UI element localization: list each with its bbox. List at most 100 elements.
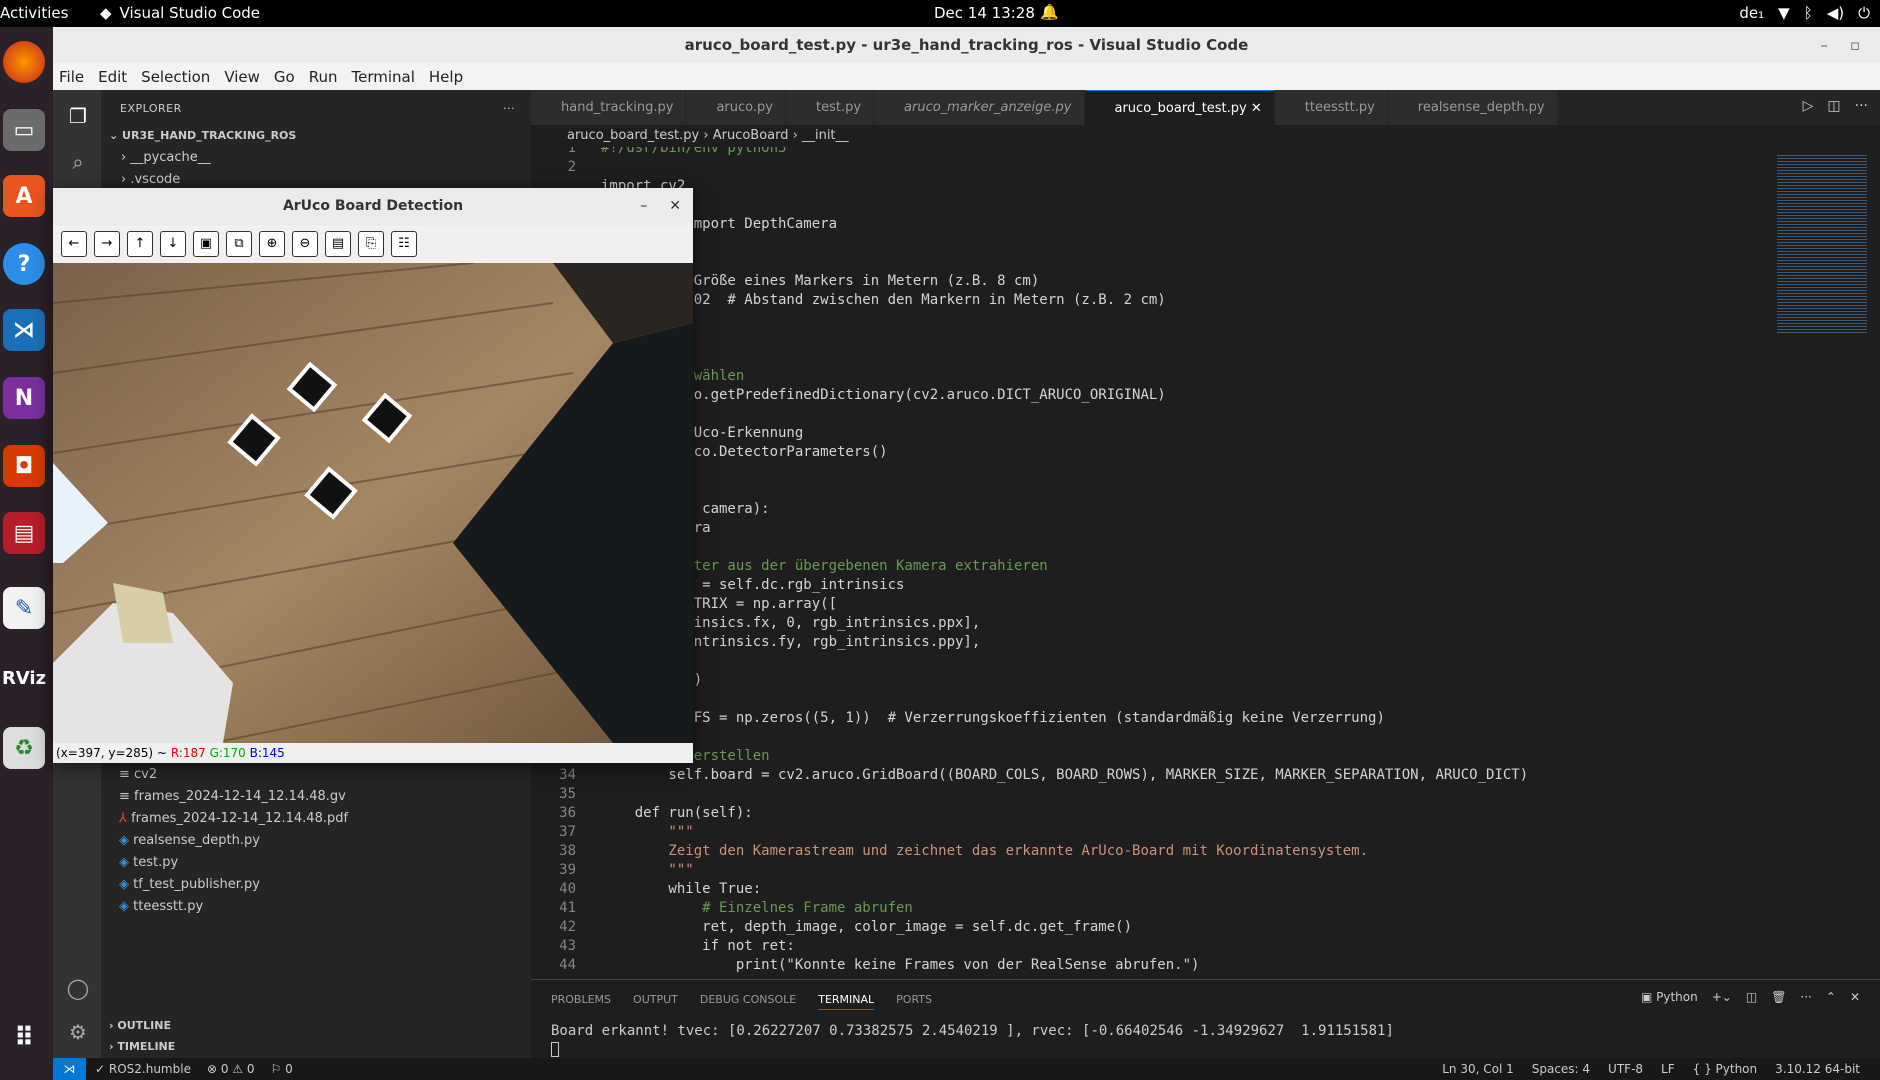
close-icon[interactable]: ✕ bbox=[669, 188, 681, 225]
terminal-shell-selector[interactable]: ▣ Python bbox=[1641, 990, 1698, 1004]
tab-realsense-depth[interactable]: realsense_depth.py bbox=[1387, 90, 1558, 125]
trash-icon[interactable]: 🗑 bbox=[1771, 990, 1786, 1004]
ports-indicator[interactable]: ⚐ 0 bbox=[271, 1058, 293, 1080]
tab-aruco-marker-anzeige[interactable]: aruco_marker_anzeige.py bbox=[874, 90, 1085, 125]
menu-run[interactable]: Run bbox=[309, 68, 338, 86]
arrow-up-icon[interactable]: ↑ bbox=[127, 231, 153, 257]
firefox-icon[interactable] bbox=[3, 41, 45, 83]
run-icon[interactable]: ▷ bbox=[1803, 98, 1814, 114]
more-actions-icon[interactable]: ··· bbox=[1855, 98, 1868, 114]
line-ending[interactable]: LF bbox=[1661, 1058, 1675, 1080]
close-icon[interactable]: ✕ bbox=[1251, 101, 1262, 116]
settings-gear-icon[interactable]: ⚙ bbox=[65, 1020, 91, 1046]
timeline-section[interactable]: › TIMELINE bbox=[109, 1036, 175, 1058]
more-actions-icon[interactable]: ··· bbox=[503, 102, 515, 115]
file-item[interactable]: ⅄ frames_2024-12-14_12.14.48.pdf bbox=[101, 808, 531, 830]
minimize-icon[interactable]: – bbox=[1820, 27, 1828, 63]
file-item[interactable]: ◈ realsense_depth.py bbox=[101, 830, 531, 852]
panel-tab-ports[interactable]: PORTS bbox=[896, 993, 932, 1010]
tab-test[interactable]: test.py bbox=[785, 90, 875, 125]
explorer-icon[interactable]: ❐ bbox=[65, 104, 91, 130]
terminal-app-icon[interactable]: ▤ bbox=[3, 512, 45, 554]
breadcrumb-file[interactable]: aruco_board_test.py bbox=[567, 128, 699, 143]
panel-tab-debug-console[interactable]: DEBUG CONSOLE bbox=[700, 993, 796, 1010]
app-menu[interactable]: ◆ Visual Studio Code bbox=[100, 4, 260, 22]
panel-tab-terminal[interactable]: TERMINAL bbox=[818, 993, 875, 1010]
maximize-panel-icon[interactable]: ⌃ bbox=[1826, 990, 1836, 1004]
python-interpreter[interactable]: 3.10.12 64-bit bbox=[1775, 1058, 1860, 1080]
file-item[interactable]: ◈ test.py bbox=[101, 852, 531, 874]
file-item[interactable]: ◈ ttеesstt.py bbox=[101, 896, 531, 918]
arrow-left-icon[interactable]: ← bbox=[61, 231, 87, 257]
terminal-output[interactable]: Board erkannt! tvec: [0.26227207 0.73382… bbox=[551, 1023, 1394, 1039]
fit-image-icon[interactable]: ▣ bbox=[193, 231, 219, 257]
office-icon[interactable]: ◘ bbox=[3, 445, 45, 487]
arrow-right-icon[interactable]: → bbox=[94, 231, 120, 257]
text-editor-icon[interactable]: ✎ bbox=[3, 587, 45, 629]
menu-terminal[interactable]: Terminal bbox=[352, 68, 415, 86]
zoom-out-icon[interactable]: ⊖ bbox=[292, 231, 318, 257]
arrow-down-icon[interactable]: ↓ bbox=[160, 231, 186, 257]
maximize-icon[interactable]: ▫ bbox=[1850, 27, 1860, 63]
copy-icon[interactable]: ⎘ bbox=[358, 231, 384, 257]
outline-section[interactable]: › OUTLINE bbox=[109, 1015, 171, 1037]
encoding[interactable]: UTF-8 bbox=[1608, 1058, 1643, 1080]
language-mode[interactable]: { } Python bbox=[1693, 1058, 1758, 1080]
remote-indicator-icon[interactable]: ⋊ bbox=[53, 1058, 86, 1080]
app-center-icon[interactable]: A bbox=[3, 175, 45, 217]
code-line[interactable]: #!/usr/bin/env python3 bbox=[601, 147, 786, 158]
show-apps-icon[interactable]: ⠿ bbox=[3, 1017, 45, 1059]
more-actions-icon[interactable]: ··· bbox=[1800, 990, 1811, 1004]
menu-edit[interactable]: Edit bbox=[98, 68, 127, 86]
search-icon[interactable]: ⌕ bbox=[65, 150, 91, 176]
panel-tab-output[interactable]: OUTPUT bbox=[633, 993, 678, 1010]
code-line[interactable]: if not ret: bbox=[601, 937, 795, 956]
camera-image[interactable] bbox=[53, 263, 693, 743]
code-line[interactable]: f.DIST_COEFFS = np.zeros((5, 1)) # Verze… bbox=[601, 709, 1385, 728]
activities-button[interactable]: Activities bbox=[0, 4, 68, 22]
tab-tteesstt[interactable]: tteesstt.py bbox=[1274, 90, 1388, 125]
breadcrumb-class[interactable]: ArucoBoard bbox=[713, 128, 789, 143]
new-terminal-icon[interactable]: +⌄ bbox=[1712, 990, 1732, 1004]
rviz-icon[interactable]: RViz bbox=[2, 657, 46, 699]
indentation[interactable]: Spaces: 4 bbox=[1532, 1058, 1590, 1080]
tab-aruco[interactable]: aruco.py bbox=[686, 90, 786, 125]
code-line[interactable]: # Einzelnes Frame abrufen bbox=[601, 899, 913, 918]
code-line[interactable]: def run(self): bbox=[601, 804, 753, 823]
code-line[interactable]: """ bbox=[601, 823, 693, 842]
close-panel-icon[interactable]: ✕ bbox=[1850, 990, 1860, 1004]
trash-icon[interactable]: ♻ bbox=[3, 727, 45, 769]
minimize-icon[interactable]: – bbox=[640, 188, 647, 225]
files-icon[interactable]: ▭ bbox=[3, 109, 45, 151]
language-indicator[interactable]: de₁ bbox=[1739, 4, 1764, 22]
file-item[interactable]: ◈ tf_test_publisher.py bbox=[101, 874, 531, 896]
split-terminal-icon[interactable]: ◫ bbox=[1746, 990, 1757, 1004]
actual-size-icon[interactable]: ⧉ bbox=[226, 231, 252, 257]
menu-view[interactable]: View bbox=[224, 68, 260, 86]
save-icon[interactable]: ▤ bbox=[325, 231, 351, 257]
workspace-root[interactable]: ⌄ UR3E_HAND_TRACKING_ROS bbox=[101, 125, 531, 147]
clock[interactable]: Dec 14 13:28 bbox=[934, 4, 1035, 22]
code-line[interactable]: """ bbox=[601, 861, 693, 880]
file-item[interactable]: ≡ cv2 bbox=[101, 764, 531, 786]
code-line[interactable]: ret, depth_image, color_image = self.dc.… bbox=[601, 918, 1132, 937]
menu-file[interactable]: File bbox=[59, 68, 84, 86]
panel-tab-problems[interactable]: PROBLEMS bbox=[551, 993, 611, 1010]
split-editor-icon[interactable]: ◫ bbox=[1827, 98, 1840, 114]
account-icon[interactable]: ◯ bbox=[65, 976, 91, 1002]
problems-indicator[interactable]: ⊗ 0 ⚠ 0 bbox=[207, 1058, 255, 1080]
tab-hand-tracking[interactable]: hand_tracking.py bbox=[531, 90, 687, 125]
code-line[interactable]: while True: bbox=[601, 880, 761, 899]
system-tray[interactable]: de₁ ▼ ᛒ ◀) ⏻ bbox=[1739, 4, 1870, 22]
properties-icon[interactable]: ☷ bbox=[391, 231, 417, 257]
code-line[interactable]: self.board = cv2.aruco.GridBoard((BOARD_… bbox=[601, 766, 1528, 785]
tab-aruco-board-test[interactable]: aruco_board_test.py ✕ bbox=[1084, 90, 1275, 125]
menu-help[interactable]: Help bbox=[429, 68, 463, 86]
zoom-in-icon[interactable]: ⊕ bbox=[259, 231, 285, 257]
minimap[interactable] bbox=[1771, 147, 1880, 979]
folder-item[interactable]: › __pycache__ bbox=[101, 147, 531, 169]
menu-go[interactable]: Go bbox=[274, 68, 295, 86]
code-editor[interactable]: 1#!/usr/bin/env python32import cv2y as n… bbox=[531, 147, 1771, 979]
breadcrumb-method[interactable]: __init__ bbox=[802, 128, 849, 143]
onenote-icon[interactable]: N bbox=[3, 377, 45, 419]
